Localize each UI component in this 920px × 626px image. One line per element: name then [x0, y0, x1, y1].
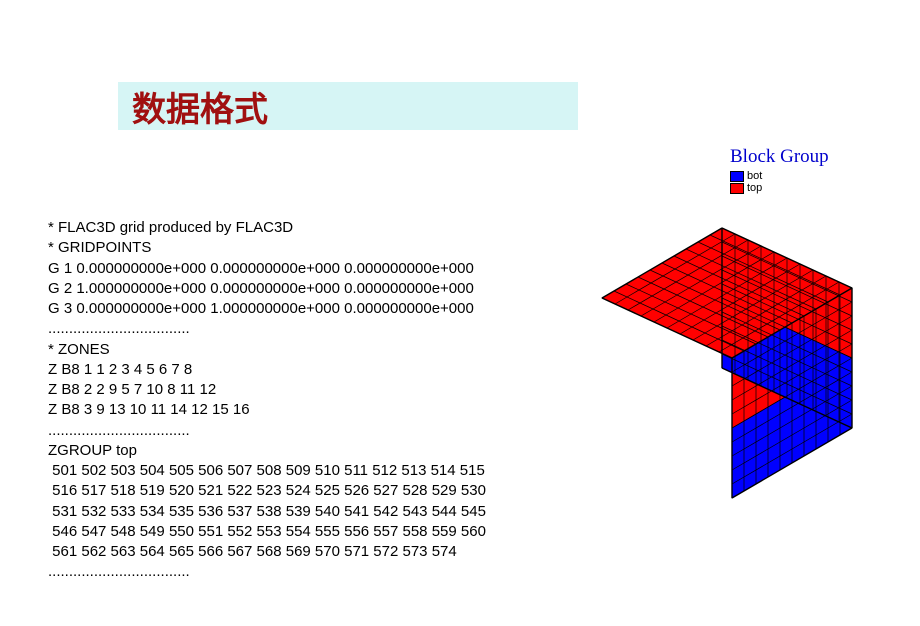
code-line: Z B8 2 2 9 5 7 10 8 11 12: [48, 380, 486, 400]
code-line: Z B8 3 9 13 10 11 14 12 15 16: [48, 400, 486, 420]
cube-diagram: [572, 208, 882, 533]
code-line: 561 562 563 564 565 566 567 568 569 570 …: [48, 542, 486, 562]
code-line: ZGROUP top: [48, 441, 486, 461]
legend-label-bot: bot: [747, 170, 762, 182]
legend-swatch-top: [730, 183, 744, 194]
code-line: ..................................: [48, 421, 486, 441]
code-line: 501 502 503 504 505 506 507 508 509 510 …: [48, 461, 486, 481]
code-line: * FLAC3D grid produced by FLAC3D: [48, 218, 486, 238]
page-title: 数据格式: [132, 82, 268, 131]
code-line: 546 547 548 549 550 551 552 553 554 555 …: [48, 522, 486, 542]
code-line: Z B8 1 1 2 3 4 5 6 7 8: [48, 360, 486, 380]
code-line: G 3 0.000000000e+000 1.000000000e+000 0.…: [48, 299, 486, 319]
code-line: ..................................: [48, 562, 486, 582]
code-line: G 2 1.000000000e+000 0.000000000e+000 0.…: [48, 279, 486, 299]
code-line: * GRIDPOINTS: [48, 238, 486, 258]
cube-icon: [572, 208, 882, 528]
code-content: * FLAC3D grid produced by FLAC3D * GRIDP…: [48, 218, 486, 583]
legend-item-bot: bot: [730, 170, 829, 182]
title-box: 数据格式: [118, 82, 578, 130]
legend-swatch-bot: [730, 171, 744, 182]
code-line: 531 532 533 534 535 536 537 538 539 540 …: [48, 502, 486, 522]
code-line: G 1 0.000000000e+000 0.000000000e+000 0.…: [48, 259, 486, 279]
legend-label-top: top: [747, 182, 762, 194]
legend-item-top: top: [730, 182, 829, 194]
code-line: ..................................: [48, 319, 486, 339]
legend-title: Block Group: [730, 146, 829, 168]
code-line: * ZONES: [48, 340, 486, 360]
code-line: 516 517 518 519 520 521 522 523 524 525 …: [48, 481, 486, 501]
legend: Block Group bot top: [730, 146, 829, 194]
